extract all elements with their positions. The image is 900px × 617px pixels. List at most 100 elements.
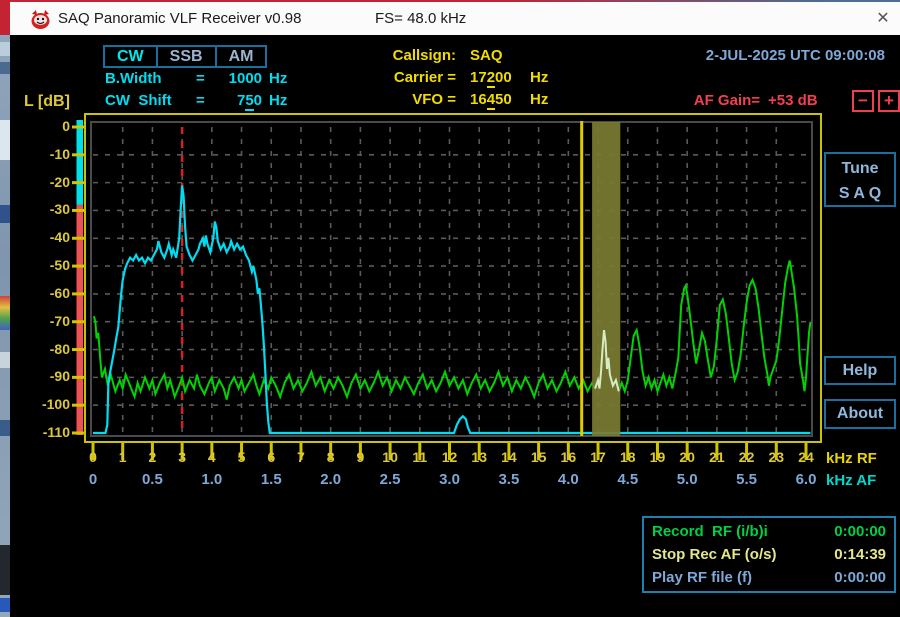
y-tick-label: -10 <box>24 146 70 162</box>
carrier-value[interactable]: 17200 <box>470 69 512 86</box>
sample-rate-label: FS= 48.0 kHz <box>375 2 466 35</box>
x-tick-label-rf: 0 <box>80 449 106 465</box>
x-tick-label-rf: 19 <box>644 449 670 465</box>
mode-button-am[interactable]: AM <box>217 47 266 66</box>
play-rf-file-time: 0:00:00 <box>834 569 886 586</box>
x-tick-label-rf: 2 <box>139 449 165 465</box>
carrier-label: Carrier = <box>340 69 456 86</box>
stop-rec-af-time: 0:14:39 <box>834 546 886 563</box>
y-tick-label: -70 <box>24 313 70 329</box>
x-tick-label-af: 1.5 <box>253 471 289 488</box>
y-axis-title: L [dB] <box>24 93 70 111</box>
x-tick-label-rf: 16 <box>555 449 581 465</box>
vfo-unit: Hz <box>530 91 548 108</box>
desktop-edge-fragment <box>0 352 10 368</box>
x-tick-label-af: 2.0 <box>313 471 349 488</box>
desktop-edge-fragment <box>0 420 10 436</box>
y-tick-label: 0 <box>24 118 70 134</box>
bwidth-value[interactable]: 1000 <box>200 70 262 87</box>
spectrum-plot-area[interactable] <box>90 121 813 437</box>
desktop-edge-fragment <box>0 120 10 160</box>
record-rf-time: 0:00:00 <box>834 523 886 540</box>
x-tick-label-rf: 5 <box>229 449 255 465</box>
x-tick-label-af: 6.0 <box>788 471 824 488</box>
tune-saq-line1: Tune <box>826 156 894 181</box>
x-tick-label-af: 3.0 <box>432 471 468 488</box>
titlebar: SAQ Panoramic VLF Receiver v0.98 FS= 48.… <box>10 2 900 35</box>
mode-button-cw[interactable]: CW <box>105 47 158 66</box>
cwshift-value[interactable]: 750 <box>200 92 262 109</box>
x-tick-label-rf: 7 <box>288 449 314 465</box>
x-tick-label-af: 4.0 <box>550 471 586 488</box>
x-tick-label-rf: 4 <box>199 449 225 465</box>
x-tick-label-rf: 15 <box>526 449 552 465</box>
cwshift-label: CW Shift <box>105 92 172 109</box>
bwidth-label: B.Width <box>105 70 162 87</box>
x-tick-label-rf: 20 <box>674 449 700 465</box>
mode-button-ssb[interactable]: SSB <box>158 47 217 66</box>
af-gain-plus-button[interactable]: + <box>878 90 900 112</box>
x-tick-label-af: 0 <box>75 471 111 488</box>
y-tick-label: -50 <box>24 257 70 273</box>
desktop-edge-fragment <box>0 62 10 74</box>
x-tick-label-rf: 17 <box>585 449 611 465</box>
tune-saq-line2: S A Q <box>826 181 894 206</box>
x-tick-label-af: 5.0 <box>669 471 705 488</box>
x-axis-af-unit: kHz AF <box>826 472 876 489</box>
x-tick-label-af: 1.0 <box>194 471 230 488</box>
x-tick-label-rf: 23 <box>763 449 789 465</box>
x-tick-label-rf: 18 <box>615 449 641 465</box>
play-rf-file-row[interactable]: Play RF file (f) 0:00:00 <box>652 569 886 586</box>
y-tick-label: -100 <box>24 396 70 412</box>
record-rf-row[interactable]: Record RF (i/b)i 0:00:00 <box>652 523 886 540</box>
x-tick-label-rf: 6 <box>258 449 284 465</box>
close-button[interactable]: ✕ <box>866 2 900 35</box>
about-button[interactable]: About <box>824 399 896 429</box>
x-tick-label-rf: 10 <box>377 449 403 465</box>
window-title: SAQ Panoramic VLF Receiver v0.98 <box>58 2 301 35</box>
callsign-label: Callsign: <box>340 47 456 64</box>
x-tick-label-rf: 9 <box>347 449 373 465</box>
af-gain-value: +53 dB <box>768 92 818 109</box>
x-tick-label-af: 5.5 <box>729 471 765 488</box>
x-tick-label-rf: 11 <box>407 449 433 465</box>
x-tick-label-rf: 22 <box>734 449 760 465</box>
x-tick-label-rf: 8 <box>318 449 344 465</box>
datetime-display: 2-JUL-2025 UTC 09:00:08 <box>600 47 885 64</box>
vfo-value[interactable]: 16450 <box>470 91 512 108</box>
y-tick-label: -20 <box>24 174 70 190</box>
y-tick-label: -40 <box>24 229 70 245</box>
y-tick-label: -90 <box>24 368 70 384</box>
vfo-label: VFO = <box>340 91 456 108</box>
y-tick-label: -60 <box>24 285 70 301</box>
x-tick-label-rf: 1 <box>110 449 136 465</box>
desktop-edge-fragment <box>0 598 10 612</box>
x-tick-label-af: 0.5 <box>134 471 170 488</box>
help-button[interactable]: Help <box>824 356 896 385</box>
y-tick-label: -80 <box>24 341 70 357</box>
play-rf-file-label: Play RF file (f) <box>652 569 752 586</box>
x-tick-label-af: 3.5 <box>491 471 527 488</box>
tune-saq-button[interactable]: Tune S A Q <box>824 152 896 207</box>
app-icon <box>29 8 52 31</box>
carrier-unit: Hz <box>530 69 548 86</box>
x-tick-label-rf: 13 <box>466 449 492 465</box>
window-border-corner <box>0 0 10 35</box>
record-rf-label: Record RF (i/b)i <box>652 523 768 540</box>
desktop-edge-fragment <box>0 205 10 223</box>
app-window: SAQ Panoramic VLF Receiver v0.98 FS= 48.… <box>0 0 900 617</box>
y-tick-label: -30 <box>24 201 70 217</box>
record-panel: Record RF (i/b)i 0:00:00 Stop Rec AF (o/… <box>642 516 896 593</box>
x-axis-rf-unit: kHz RF <box>826 450 877 467</box>
bwidth-unit: Hz <box>269 70 287 87</box>
cwshift-unit: Hz <box>269 92 287 109</box>
x-tick-label-af: 4.5 <box>610 471 646 488</box>
af-gain-label: AF Gain= <box>640 92 760 109</box>
stop-rec-af-row[interactable]: Stop Rec AF (o/s) 0:14:39 <box>652 546 886 563</box>
x-tick-label-rf: 21 <box>704 449 730 465</box>
desktop-edge-fragment <box>0 545 10 595</box>
af-gain-minus-button[interactable]: − <box>852 90 874 112</box>
x-tick-label-rf: 12 <box>437 449 463 465</box>
desktop-edge-fragment <box>0 42 10 56</box>
x-tick-label-rf: 14 <box>496 449 522 465</box>
